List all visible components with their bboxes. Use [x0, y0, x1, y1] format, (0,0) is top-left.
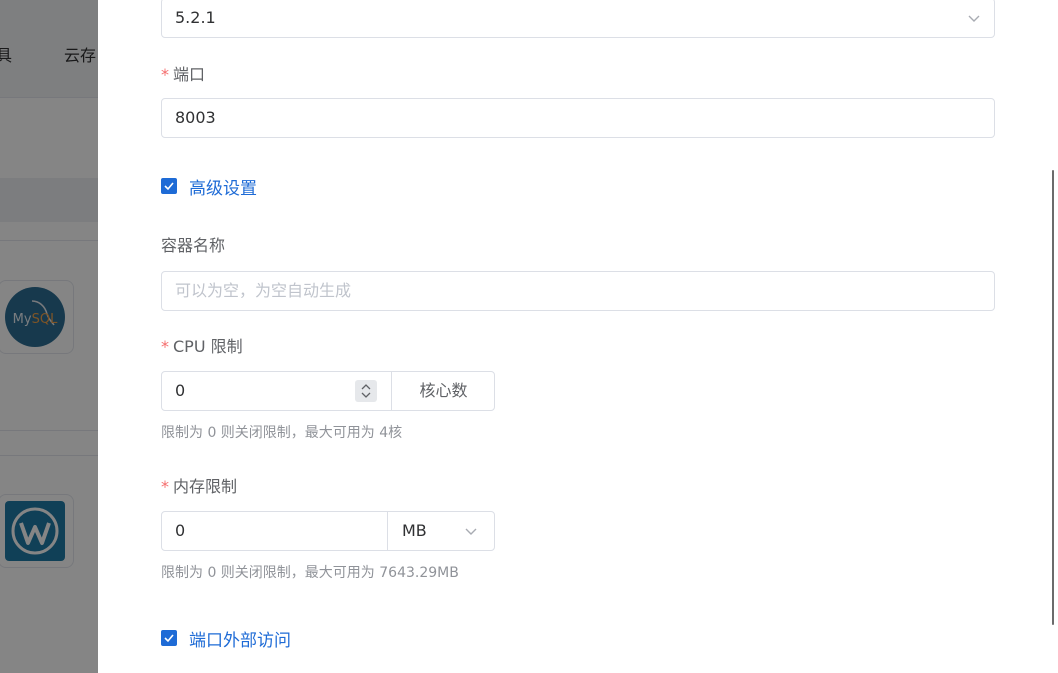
memory-limit-label: * 内存限制: [161, 477, 238, 496]
port-value: 8003: [175, 108, 216, 127]
container-name-input[interactable]: 可以为空，为空自动生成: [161, 271, 995, 311]
container-name-label: 容器名称: [161, 236, 226, 255]
container-name-placeholder: 可以为空，为空自动生成: [175, 281, 352, 300]
install-app-drawer: 5.2.1 * 端口 8003 高级设置 容器名称 可以为空，为空自动生成 * CP…: [98, 0, 1058, 673]
check-icon: [161, 630, 177, 646]
cpu-limit-input[interactable]: 0 核心数: [161, 371, 495, 411]
required-asterisk: *: [161, 65, 169, 84]
memory-unit-value: MB: [402, 521, 427, 540]
cpu-limit-form-item: * CPU 限制: [161, 336, 995, 358]
memory-limit-form-item: * 内存限制: [161, 476, 995, 498]
port-label: * 端口: [161, 65, 206, 84]
chevron-down-icon: [968, 15, 980, 22]
container-name-form-item: 容器名称: [161, 235, 995, 257]
drawer-scrollbar[interactable]: [1052, 170, 1054, 625]
cpu-limit-label: * CPU 限制: [161, 337, 243, 356]
chevron-down-icon: [465, 528, 477, 535]
port-external-access-checkbox[interactable]: 端口外部访问: [161, 627, 291, 651]
memory-limit-value: 0: [175, 521, 186, 540]
modal-overlay[interactable]: [0, 0, 98, 673]
memory-unit-select[interactable]: MB: [387, 512, 495, 550]
port-external-access-label: 端口外部访问: [189, 630, 291, 651]
check-icon: [161, 178, 177, 194]
advanced-settings-label: 高级设置: [189, 178, 257, 199]
memory-limit-input[interactable]: 0 MB: [161, 511, 495, 551]
port-input[interactable]: 8003: [161, 98, 995, 138]
port-form-item: * 端口: [161, 64, 995, 86]
memory-limit-hint: 限制为 0 则关闭限制，最大可用为 7643.29MB: [161, 565, 459, 581]
cpu-limit-value: 0: [175, 381, 186, 400]
advanced-settings-checkbox[interactable]: 高级设置: [161, 175, 257, 199]
cpu-limit-hint: 限制为 0 则关闭限制，最大可用为 4核: [161, 425, 403, 441]
required-asterisk: *: [161, 477, 169, 496]
version-value: 5.2.1: [175, 8, 216, 27]
stepper-icon[interactable]: [355, 380, 377, 402]
required-asterisk: *: [161, 337, 169, 356]
cpu-cores-append: 核心数: [391, 372, 495, 410]
version-select[interactable]: 5.2.1: [161, 0, 995, 38]
